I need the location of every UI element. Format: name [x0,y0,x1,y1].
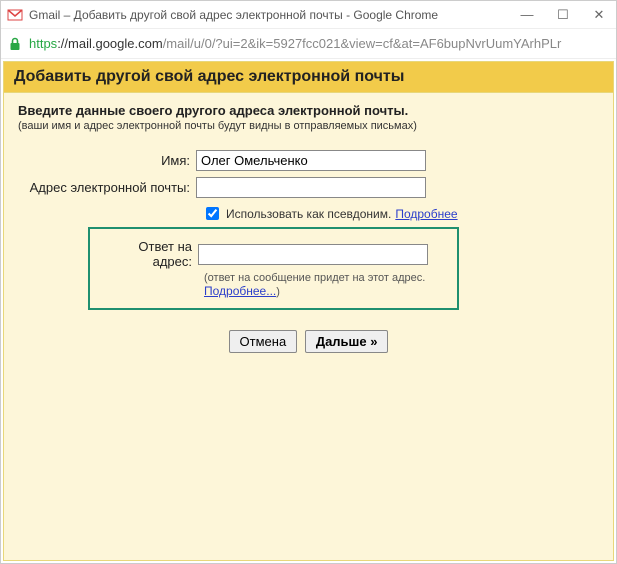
close-button[interactable]: ✕ [590,8,608,21]
window-title: Gmail – Добавить другой свой адрес элект… [29,8,518,22]
alias-checkbox[interactable] [206,207,219,220]
url-path: /mail/u/0/?ui=2&ik=5927fcc021&view=cf&at… [163,36,562,51]
intro-subtitle: (ваши имя и адрес электронной почты буду… [18,120,599,132]
maximize-button[interactable]: ☐ [554,8,572,21]
next-button[interactable]: Дальше » [305,330,389,353]
form-area: Имя: Адрес электронной почты: Использова… [18,150,599,353]
alias-label: Использовать как псевдоним. [226,207,391,221]
reply-row: Ответ на адрес: [98,239,445,269]
name-input[interactable] [196,150,426,171]
alias-row: Использовать как псевдоним. Подробнее [202,204,599,223]
alias-more-link[interactable]: Подробнее [395,207,457,221]
url-protocol: https [29,36,57,51]
window-titlebar: Gmail – Добавить другой свой адрес элект… [1,1,616,29]
reply-label: Ответ на адрес: [98,239,198,269]
intro-title: Введите данные своего другого адреса эле… [18,103,599,118]
address-bar[interactable]: https://mail.google.com/mail/u/0/?ui=2&i… [1,29,616,59]
reply-hint: (ответ на сообщение придет на этот адрес… [204,272,445,298]
name-label: Имя: [18,153,196,168]
minimize-button[interactable]: — [518,8,536,21]
window-controls: — ☐ ✕ [518,8,610,21]
reply-hint-prefix: (ответ на сообщение придет на этот адрес… [204,272,425,284]
button-row: Отмена Дальше » [18,330,599,353]
gmail-favicon [7,7,23,23]
page-content: Добавить другой свой адрес электронной п… [3,61,614,561]
reply-input[interactable] [198,244,428,265]
form-container: Введите данные своего другого адреса эле… [4,93,613,363]
url-host: ://mail.google.com [57,36,163,51]
page-heading: Добавить другой свой адрес электронной п… [4,62,613,93]
lock-icon [9,37,23,51]
email-input[interactable] [196,177,426,198]
browser-window: Gmail – Добавить другой свой адрес элект… [0,0,617,564]
cancel-button[interactable]: Отмена [229,330,298,353]
reply-more-link[interactable]: Подробнее... [204,284,276,298]
name-row: Имя: [18,150,599,171]
reply-hint-suffix: ) [276,286,280,298]
email-label: Адрес электронной почты: [18,180,196,195]
reply-to-box: Ответ на адрес: (ответ на сообщение прид… [88,227,459,310]
email-row: Адрес электронной почты: [18,177,599,198]
